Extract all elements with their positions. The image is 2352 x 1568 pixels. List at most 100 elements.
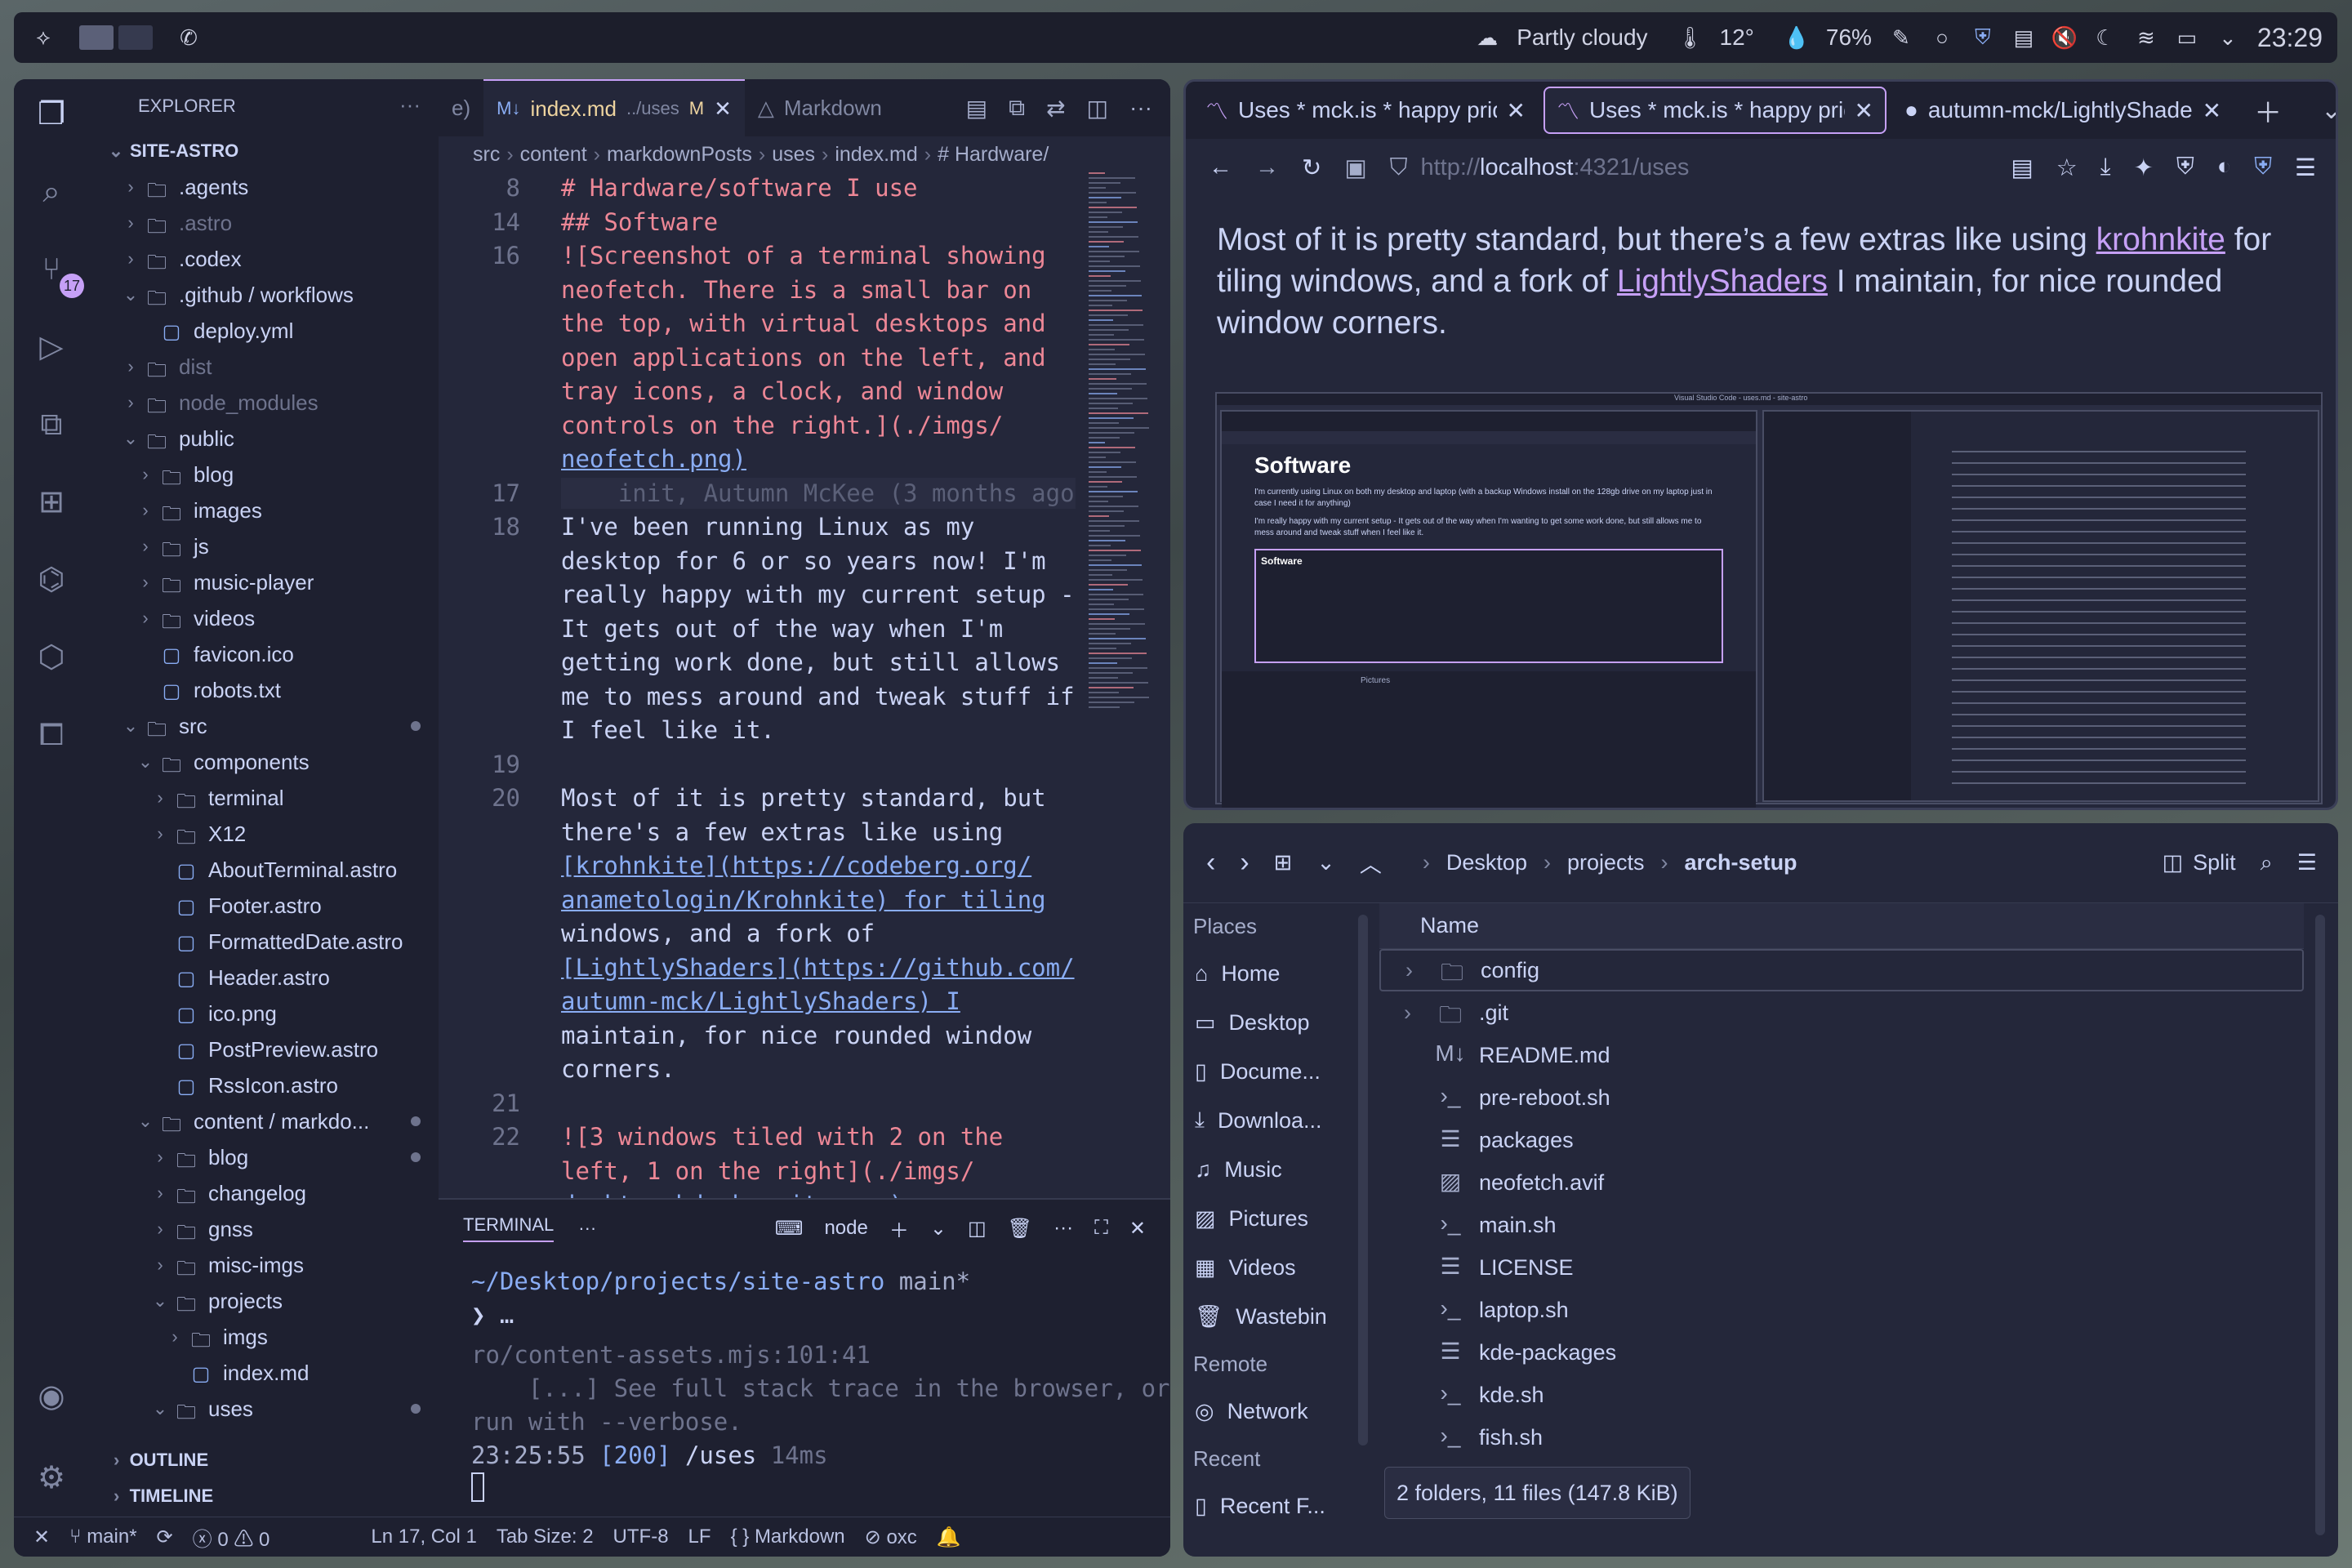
tab-index-md[interactable]: M↓ index.md ../uses M ✕ <box>483 79 745 136</box>
browser-tab-1[interactable]: 〽 Uses * mck.is * happy prid ✕ <box>1194 87 1537 134</box>
tree-folder[interactable]: › 🗀 videos <box>89 600 439 636</box>
tab-list-icon[interactable]: ⌄ <box>2321 96 2336 125</box>
tree-folder[interactable]: ⌄ 🗀 public <box>89 421 439 457</box>
tree-folder[interactable]: › 🗀 node_modules <box>89 385 439 421</box>
close-tab-icon[interactable]: ✕ <box>1855 97 1873 124</box>
file-row[interactable]: › 🗀 config <box>1379 949 2304 991</box>
phone-icon[interactable]: ✆ <box>177 25 200 50</box>
path-bar[interactable]: › Desktop › projects › arch-setup <box>1423 850 2138 875</box>
display-icon[interactable]: ▭ <box>2176 25 2198 50</box>
download-icon[interactable]: ⤓ <box>2100 154 2111 182</box>
place-home[interactable]: ⌂ Home <box>1183 949 1347 998</box>
minimap[interactable] <box>1089 172 1154 711</box>
file-row[interactable]: ›_ main.sh <box>1379 1204 2304 1246</box>
breadcrumb-item[interactable]: index.md <box>835 143 917 167</box>
timeline-section[interactable]: › TIMELINE <box>114 1486 213 1507</box>
chevron-down-icon[interactable]: ⌄ <box>122 284 140 305</box>
file-row[interactable]: ▨ neofetch.avif <box>1379 1161 2304 1204</box>
chevron-right-icon[interactable]: › <box>136 572 154 593</box>
tree-folder[interactable]: ⌄ 🗀 content / markdo... <box>89 1103 439 1139</box>
tree-folder[interactable]: › 🗀 changelog <box>89 1175 439 1211</box>
tab-size[interactable]: Tab Size: 2 <box>497 1526 594 1548</box>
chevron-right-icon[interactable]: › <box>151 1254 169 1276</box>
breadcrumb-current[interactable]: arch-setup <box>1685 850 1797 875</box>
notifications-icon[interactable]: 🔔 <box>937 1526 961 1549</box>
terminal-more-icon[interactable]: ··· <box>1054 1217 1073 1240</box>
clock[interactable]: 23:29 <box>2257 23 2323 53</box>
run-debug-icon[interactable]: ▷ <box>33 328 70 366</box>
breadcrumb-item[interactable]: content <box>520 143 587 167</box>
split-button[interactable]: ◫ Split <box>2163 850 2236 875</box>
breadcrumb-item[interactable]: uses <box>772 143 815 167</box>
python-icon[interactable]: ⌬ <box>33 561 70 599</box>
chevron-right-icon[interactable]: › <box>1404 1000 1422 1026</box>
chevron-right-icon[interactable]: › <box>136 536 154 557</box>
file-row[interactable]: ›_ pre-reboot.sh <box>1379 1076 2304 1119</box>
file-row[interactable]: M↓ README.md <box>1379 1034 2304 1076</box>
sync-icon[interactable]: ⟳ <box>157 1526 173 1549</box>
file-row[interactable]: ☰ LICENSE <box>1379 1246 2304 1289</box>
place-desktop[interactable]: ▭ Desktop <box>1183 998 1347 1047</box>
tab-previous[interactable]: e) <box>439 79 483 136</box>
compare-icon[interactable]: ⇄ <box>1046 95 1065 122</box>
file-list-scrollbar[interactable] <box>2315 915 2325 1535</box>
chevron-right-icon[interactable]: › <box>151 1183 169 1204</box>
bitwarden-extension-icon[interactable]: ⛨ <box>2254 154 2272 182</box>
chevron-right-icon[interactable]: › <box>122 392 140 413</box>
place-network[interactable]: ◎ Network <box>1183 1387 1347 1436</box>
places-scrollbar[interactable] <box>1358 915 1368 1446</box>
terminal-shell-label[interactable]: node <box>824 1217 867 1240</box>
back-icon[interactable]: ‹ <box>1206 847 1215 879</box>
chevron-down-icon[interactable]: ⌄ <box>151 1398 169 1419</box>
app-launcher-icon[interactable]: ⟡ <box>32 24 55 49</box>
forward-icon[interactable]: › <box>1240 847 1249 879</box>
editor-more-icon[interactable]: ··· <box>1129 95 1152 121</box>
tree-folder[interactable]: › 🗀 .agents <box>89 169 439 205</box>
chevron-down-icon[interactable]: ⌄ <box>107 140 125 162</box>
line-ending[interactable]: LF <box>688 1526 711 1548</box>
tree-folder[interactable]: › 🗀 dist <box>89 349 439 385</box>
ublock-icon[interactable]: ⛨ <box>2176 154 2194 182</box>
split-terminal-icon[interactable]: ◫ <box>968 1217 987 1241</box>
tree-folder[interactable]: ⌄ 🗀 uses <box>89 1391 439 1427</box>
chevron-right-icon[interactable]: › <box>151 787 169 808</box>
preview-icon[interactable]: ▤ <box>966 95 987 122</box>
back-icon[interactable]: ← <box>1209 154 1232 181</box>
tab-markdown-preview[interactable]: △ Markdown <box>745 79 895 136</box>
problems-status[interactable]: ⓧ 0 ⚠ 0 <box>193 1523 270 1552</box>
extension-icon[interactable]: ▣ <box>1344 154 1366 182</box>
remote-icon[interactable]: ✕ <box>33 1526 50 1549</box>
tree-file[interactable]: ▢ PostPreview.astro <box>89 1031 439 1067</box>
graph-icon[interactable]: ⧠ <box>33 716 70 754</box>
code-editor[interactable]: 8 # Hardware/software I use 14 ## Software 1… <box>439 172 1084 1286</box>
split-editor-icon[interactable]: ◫ <box>1087 95 1108 122</box>
tree-file[interactable]: ▢ robots.txt <box>89 672 439 708</box>
tree-folder[interactable]: ⌄ 🗀 components <box>89 744 439 780</box>
account-icon[interactable]: ◉ <box>33 1378 70 1415</box>
new-terminal-icon[interactable]: ＋ <box>889 1214 909 1243</box>
new-tab-icon[interactable]: ＋ <box>2254 91 2282 131</box>
tab-terminal[interactable]: TERMINAL <box>463 1214 555 1242</box>
browser-tab-3[interactable]: ● autumn-mck/LightlyShade ✕ <box>1893 87 2233 134</box>
extensions-puzzle-icon[interactable]: ✦ <box>2134 154 2154 182</box>
tree-file[interactable]: ▢ Header.astro <box>89 960 439 996</box>
view-mode-icon[interactable]: ⊞ <box>1274 850 1293 875</box>
breadcrumb-item[interactable]: # Hardware/ <box>938 143 1049 167</box>
tree-folder[interactable]: ⌄ 🗀 projects <box>89 1283 439 1319</box>
close-tab-icon[interactable]: ✕ <box>1507 97 1526 124</box>
file-row[interactable]: ›_ laptop.sh <box>1379 1289 2304 1331</box>
hamburger-menu-icon[interactable]: ☰ <box>2295 154 2316 182</box>
weather-text[interactable]: Partly cloudy <box>1517 24 1647 51</box>
place-wastebin[interactable]: 🗑 Wastebin <box>1183 1292 1347 1341</box>
tree-file[interactable]: ▢ favicon.ico <box>89 636 439 672</box>
wifi-icon[interactable]: ≋ <box>2135 25 2158 50</box>
chevron-right-icon[interactable]: › <box>136 464 154 485</box>
bookmark-star-icon[interactable]: ☆ <box>2056 154 2078 182</box>
oxc-status[interactable]: ⊘ oxc <box>865 1526 917 1549</box>
tree-file[interactable]: ▢ ico.png <box>89 996 439 1031</box>
chevron-right-icon[interactable]: › <box>151 823 169 844</box>
tree-file[interactable]: ▢ AboutTerminal.astro <box>89 852 439 888</box>
tree-folder[interactable]: › 🗀 js <box>89 528 439 564</box>
color-picker-icon[interactable]: ✎ <box>1890 25 1913 50</box>
volume-muted-icon[interactable]: 🔇 <box>2051 25 2078 50</box>
